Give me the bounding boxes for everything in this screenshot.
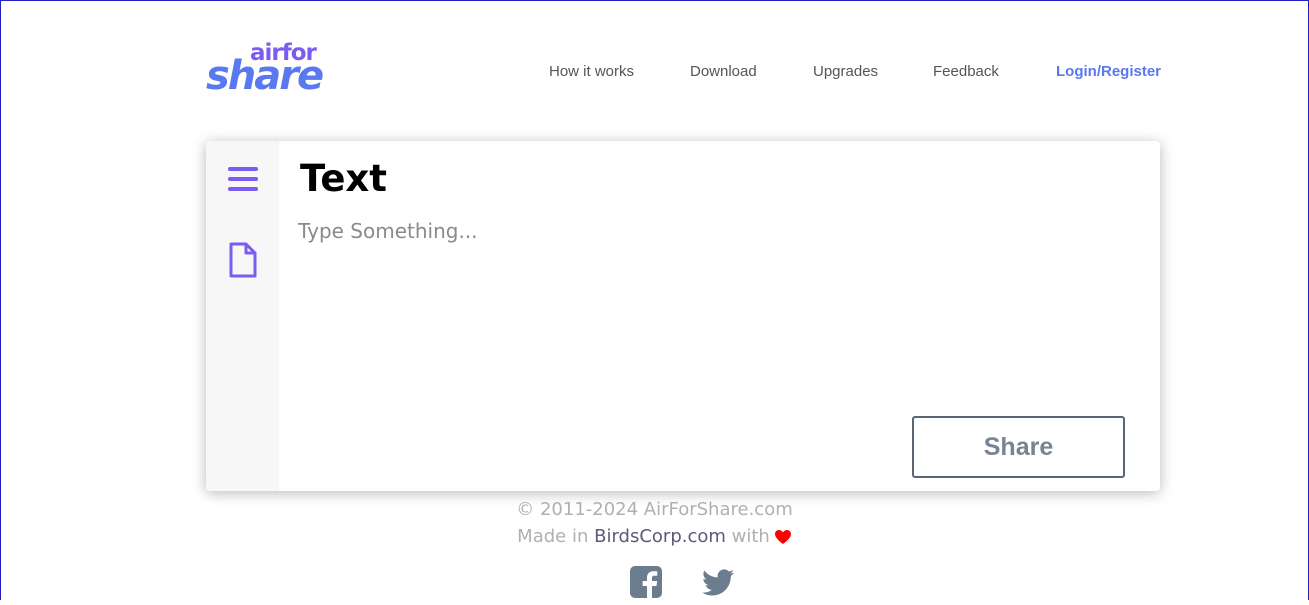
share-card: Text Share (206, 141, 1160, 491)
facebook-icon[interactable] (628, 564, 664, 600)
logo[interactable]: airfor share (206, 40, 324, 100)
twitter-icon[interactable] (700, 564, 736, 600)
nav-download[interactable]: Download (690, 63, 757, 80)
made-in-prefix: Made in (517, 526, 595, 547)
made-in-suffix: with (725, 526, 770, 547)
nav-login-register[interactable]: Login/Register (1056, 63, 1161, 80)
heart-icon (774, 529, 792, 545)
nav-upgrades[interactable]: Upgrades (813, 63, 878, 80)
file-icon[interactable] (227, 241, 259, 278)
text-input[interactable] (298, 219, 1128, 399)
nav-feedback[interactable]: Feedback (933, 63, 999, 80)
made-in-line: Made in BirdsCorp.com with (0, 526, 1309, 547)
sidebar (206, 141, 279, 491)
menu-icon[interactable] (227, 161, 259, 197)
logo-bottom-text: share (206, 53, 324, 99)
page-title: Text (300, 157, 387, 200)
nav-how-it-works[interactable]: How it works (549, 63, 634, 80)
share-button[interactable]: Share (912, 416, 1125, 478)
birdscorp-link[interactable]: BirdsCorp.com (594, 526, 726, 547)
copyright-text: © 2011-2024 AirForShare.com (516, 499, 793, 520)
